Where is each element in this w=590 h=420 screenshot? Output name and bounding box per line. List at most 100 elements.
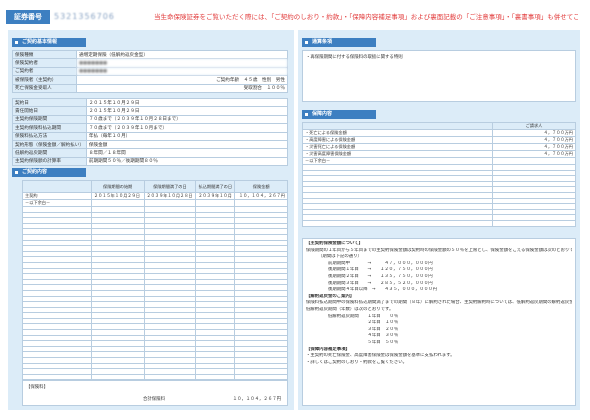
reference-notice: 当生命保険証券をご覧いただく際には、「ご契約のしおり・約款」・「保障内容補足事項… [154, 13, 578, 21]
coverage-label: ・高度障害による保険金額 [302, 136, 493, 144]
basic-value: ご契約年齢 ４５歳 性別 男性 [76, 75, 288, 85]
premium-label: 【保険料】 [26, 385, 48, 390]
coverage-label: ・災害高度障害保険金額 [302, 150, 493, 158]
table-header-row: ご請求人 [302, 122, 576, 130]
table-row: 主契約保険額の計算率 前期期間５０％／後期期間８０％ [12, 156, 289, 167]
note-line: 低解約返戻期間（年数）は次のとおりです。 [306, 306, 394, 312]
basic-info-heading: ご契約基本情報 [12, 38, 86, 47]
date-value: ７０歳まで（２０３９年１０月まで） [85, 123, 289, 133]
table-row: ご契約者 ●●●●●●● [12, 66, 288, 77]
note-line: ３年目 ２０％ [328, 326, 399, 332]
table-cell: １０，１０４，２６７円 [234, 192, 288, 200]
table-header-row: 保険期間の始期 保険期間満了の日 払込期間満了の日 保険金額 [22, 180, 288, 193]
table-row: －以下余白－ [22, 199, 288, 207]
date-label: 責任開始日 [12, 106, 87, 116]
table-row [302, 219, 576, 227]
coverage-label: －以下余白－ [302, 157, 493, 165]
note-line: ２年目 １０％ [328, 320, 399, 326]
table-cell: －以下余白－ [22, 199, 92, 207]
special-terms-box: ・再保険期間に付する保険料の取扱に関する特則 [302, 50, 576, 102]
table-cell [195, 199, 236, 207]
date-value: ２０１５年１０月２９日 [85, 106, 289, 116]
column-header: 保険期間の始期 [90, 180, 145, 193]
date-value: 年払（毎年１０月） [85, 131, 289, 141]
table-row: 低解約返戻期間 ８年間／１８年間 [12, 148, 289, 158]
right-panel: 通算条項 ・再保険期間に付する保険料の取扱に関する特則 保障内容 ご請求人 ・死… [298, 30, 580, 410]
note-line: 保険料払込期間中の保険料払込期間満了までの期間（８年）に解約された場合、主契約解… [306, 300, 572, 306]
note-line: 低解約返戻期間 １年目 ０％ [328, 313, 399, 319]
contract-content-heading: ご契約内容 [12, 168, 86, 177]
basic-value: ●●●●●●● [76, 66, 288, 77]
certificate-number: 5321356706 [54, 12, 115, 21]
note-line: ５年目 ５０％ [328, 339, 399, 345]
column-header: ご請求人 [492, 122, 576, 130]
special-terms-text: ・再保険期間に付する保険料の取扱に関する特則 [306, 55, 403, 60]
coverage-label: ・災害死亡による保険金額 [302, 143, 493, 151]
date-label: 契約形態（保険金額／解約払い） [12, 139, 87, 150]
table-row: 死亡保険金受取人 受取割合 １００％ [12, 83, 288, 93]
table-row: 契約日 ２０１５年１０月２９日 [12, 97, 289, 108]
basic-value: 受取割合 １００％ [76, 83, 288, 93]
coverage-label [302, 219, 493, 227]
coverage-table: ご請求人 ・死亡による保険金額 ４，７００万円 ・高度障害による保険金額 ４，７００万… [302, 122, 576, 227]
basic-info-table: 保険種類 通増定期保険（低解約返戻金型） 保険契約者 ●●●●●●● ご契約者 … [12, 49, 288, 93]
special-terms-heading: 通算条項 [302, 38, 376, 47]
note-line: 後期期間３年目 → ２８５，５２０，０００円 [328, 280, 433, 286]
certificate-header: 証券番号 5321356706 当生命保険証券をご覧いただく際には、「ご契約のし… [4, 8, 578, 26]
date-value: 保険金額 [85, 139, 289, 150]
note-line: 後期期間１年目 → １２０，７５０，０００円 [328, 267, 433, 273]
table-cell: 主契約 [22, 192, 92, 200]
table-row: 保険種類 通増定期保険（低解約返戻金型） [12, 49, 288, 60]
basic-label: 死亡保険金受取人 [12, 83, 77, 93]
table-row: 責任開始日 ２０１５年１０月２９日 [12, 106, 289, 116]
note-line: 後期期間２年目 → １３５，７５０，０００円 [328, 273, 433, 279]
note-line: 【解約返戻金のご案内】 [306, 293, 355, 299]
basic-value: 通増定期保険（低解約返戻金型） [76, 49, 288, 60]
table-row: 主契約 ２０１５年１０月２９日 ２０３９年１０月２８日 ２０３９年１０月 １０，１０４，… [22, 192, 288, 200]
note-line: ・詳しくはご契約のしおり・約款をご覧ください。 [306, 359, 407, 365]
coverage-value [492, 219, 576, 227]
date-label: 主契約保険期間 [12, 114, 87, 125]
table-row: ・高度障害による保険金額 ４，７００万円 [302, 136, 576, 144]
date-value: ８年間／１８年間 [85, 148, 289, 158]
table-cell [234, 199, 288, 207]
coverage-notes: 【主契約保険金額について】 保険期間の１年目から５年目までの主契約保険金額は契約時… [302, 238, 576, 406]
table-cell [143, 199, 197, 207]
date-label: 主契約保険料払込期間 [12, 123, 87, 133]
table-cell: ２０３９年１０月２８日 [143, 192, 197, 200]
note-line: 【保障内容補足事項】 [306, 346, 350, 352]
coverage-value [492, 157, 576, 165]
table-row: 保険料払込方法 年払（毎年１０月） [12, 131, 289, 141]
date-value: 前期期間５０％／後期期間８０％ [85, 156, 289, 167]
table-row: 契約形態（保険金額／解約払い） 保険金額 [12, 139, 289, 150]
note-line: ・主契約の死亡保険金、高度障害保険金は保険金額を基準に支払われます。 [306, 353, 455, 359]
note-line: 前期期間中 → ４７，０００，０００円 [328, 260, 433, 266]
table-row: －以下余白－ [302, 157, 576, 165]
column-header [302, 122, 493, 130]
date-label: 主契約保険額の計算率 [12, 156, 87, 167]
total-premium-value: １０，１０４，２６７円 [232, 397, 281, 402]
column-header: 払込期間満了の日 [195, 180, 236, 193]
left-panel: ご契約基本情報 保険種類 通増定期保険（低解約返戻金型） 保険契約者 ●●●●●… [8, 30, 294, 410]
contract-dates-table: 契約日 ２０１５年１０月２９日 責任開始日 ２０１５年１０月２９日 主契約保険期間 ７… [12, 97, 289, 167]
note-line: （期間は下記の通り） [318, 254, 362, 260]
total-premium-label: 合計保険料 [143, 397, 165, 402]
coverage-heading: 保障内容 [302, 110, 376, 119]
date-label: 保険料払込方法 [12, 131, 87, 141]
basic-label: 保険種類 [12, 49, 77, 60]
coverage-value: ４，７００万円 [492, 143, 576, 151]
basic-label: 保険契約者 [12, 58, 77, 68]
coverage-value: ４，７００万円 [492, 136, 576, 144]
table-row: 被保険者（主契約） ご契約年齢 ４５歳 性別 男性 [12, 75, 288, 85]
contract-content-table: 保険期間の始期 保険期間満了の日 払込期間満了の日 保険金額 主契約 ２０１５年１… [22, 180, 288, 381]
basic-label: 被保険者（主契約） [12, 75, 77, 85]
column-header: 保険金額 [234, 180, 288, 193]
note-line: 保険期間の１年目から５年目までの主契約保険金額は契約時の保険金額の５０％を上限と… [306, 247, 572, 253]
date-value: ７０歳まで（２０３９年１０月２８日まで） [85, 114, 289, 125]
certificate-number-label: 証券番号 [6, 10, 50, 24]
date-value: ２０１５年１０月２９日 [85, 97, 289, 108]
table-row: ・死亡による保険金額 ４，７００万円 [302, 129, 576, 137]
column-header: 保険期間満了の日 [143, 180, 197, 193]
note-line: 後期期間４年目以降 → ４３５，０００，０００円 [328, 287, 438, 293]
basic-value: ●●●●●●● [76, 58, 288, 68]
